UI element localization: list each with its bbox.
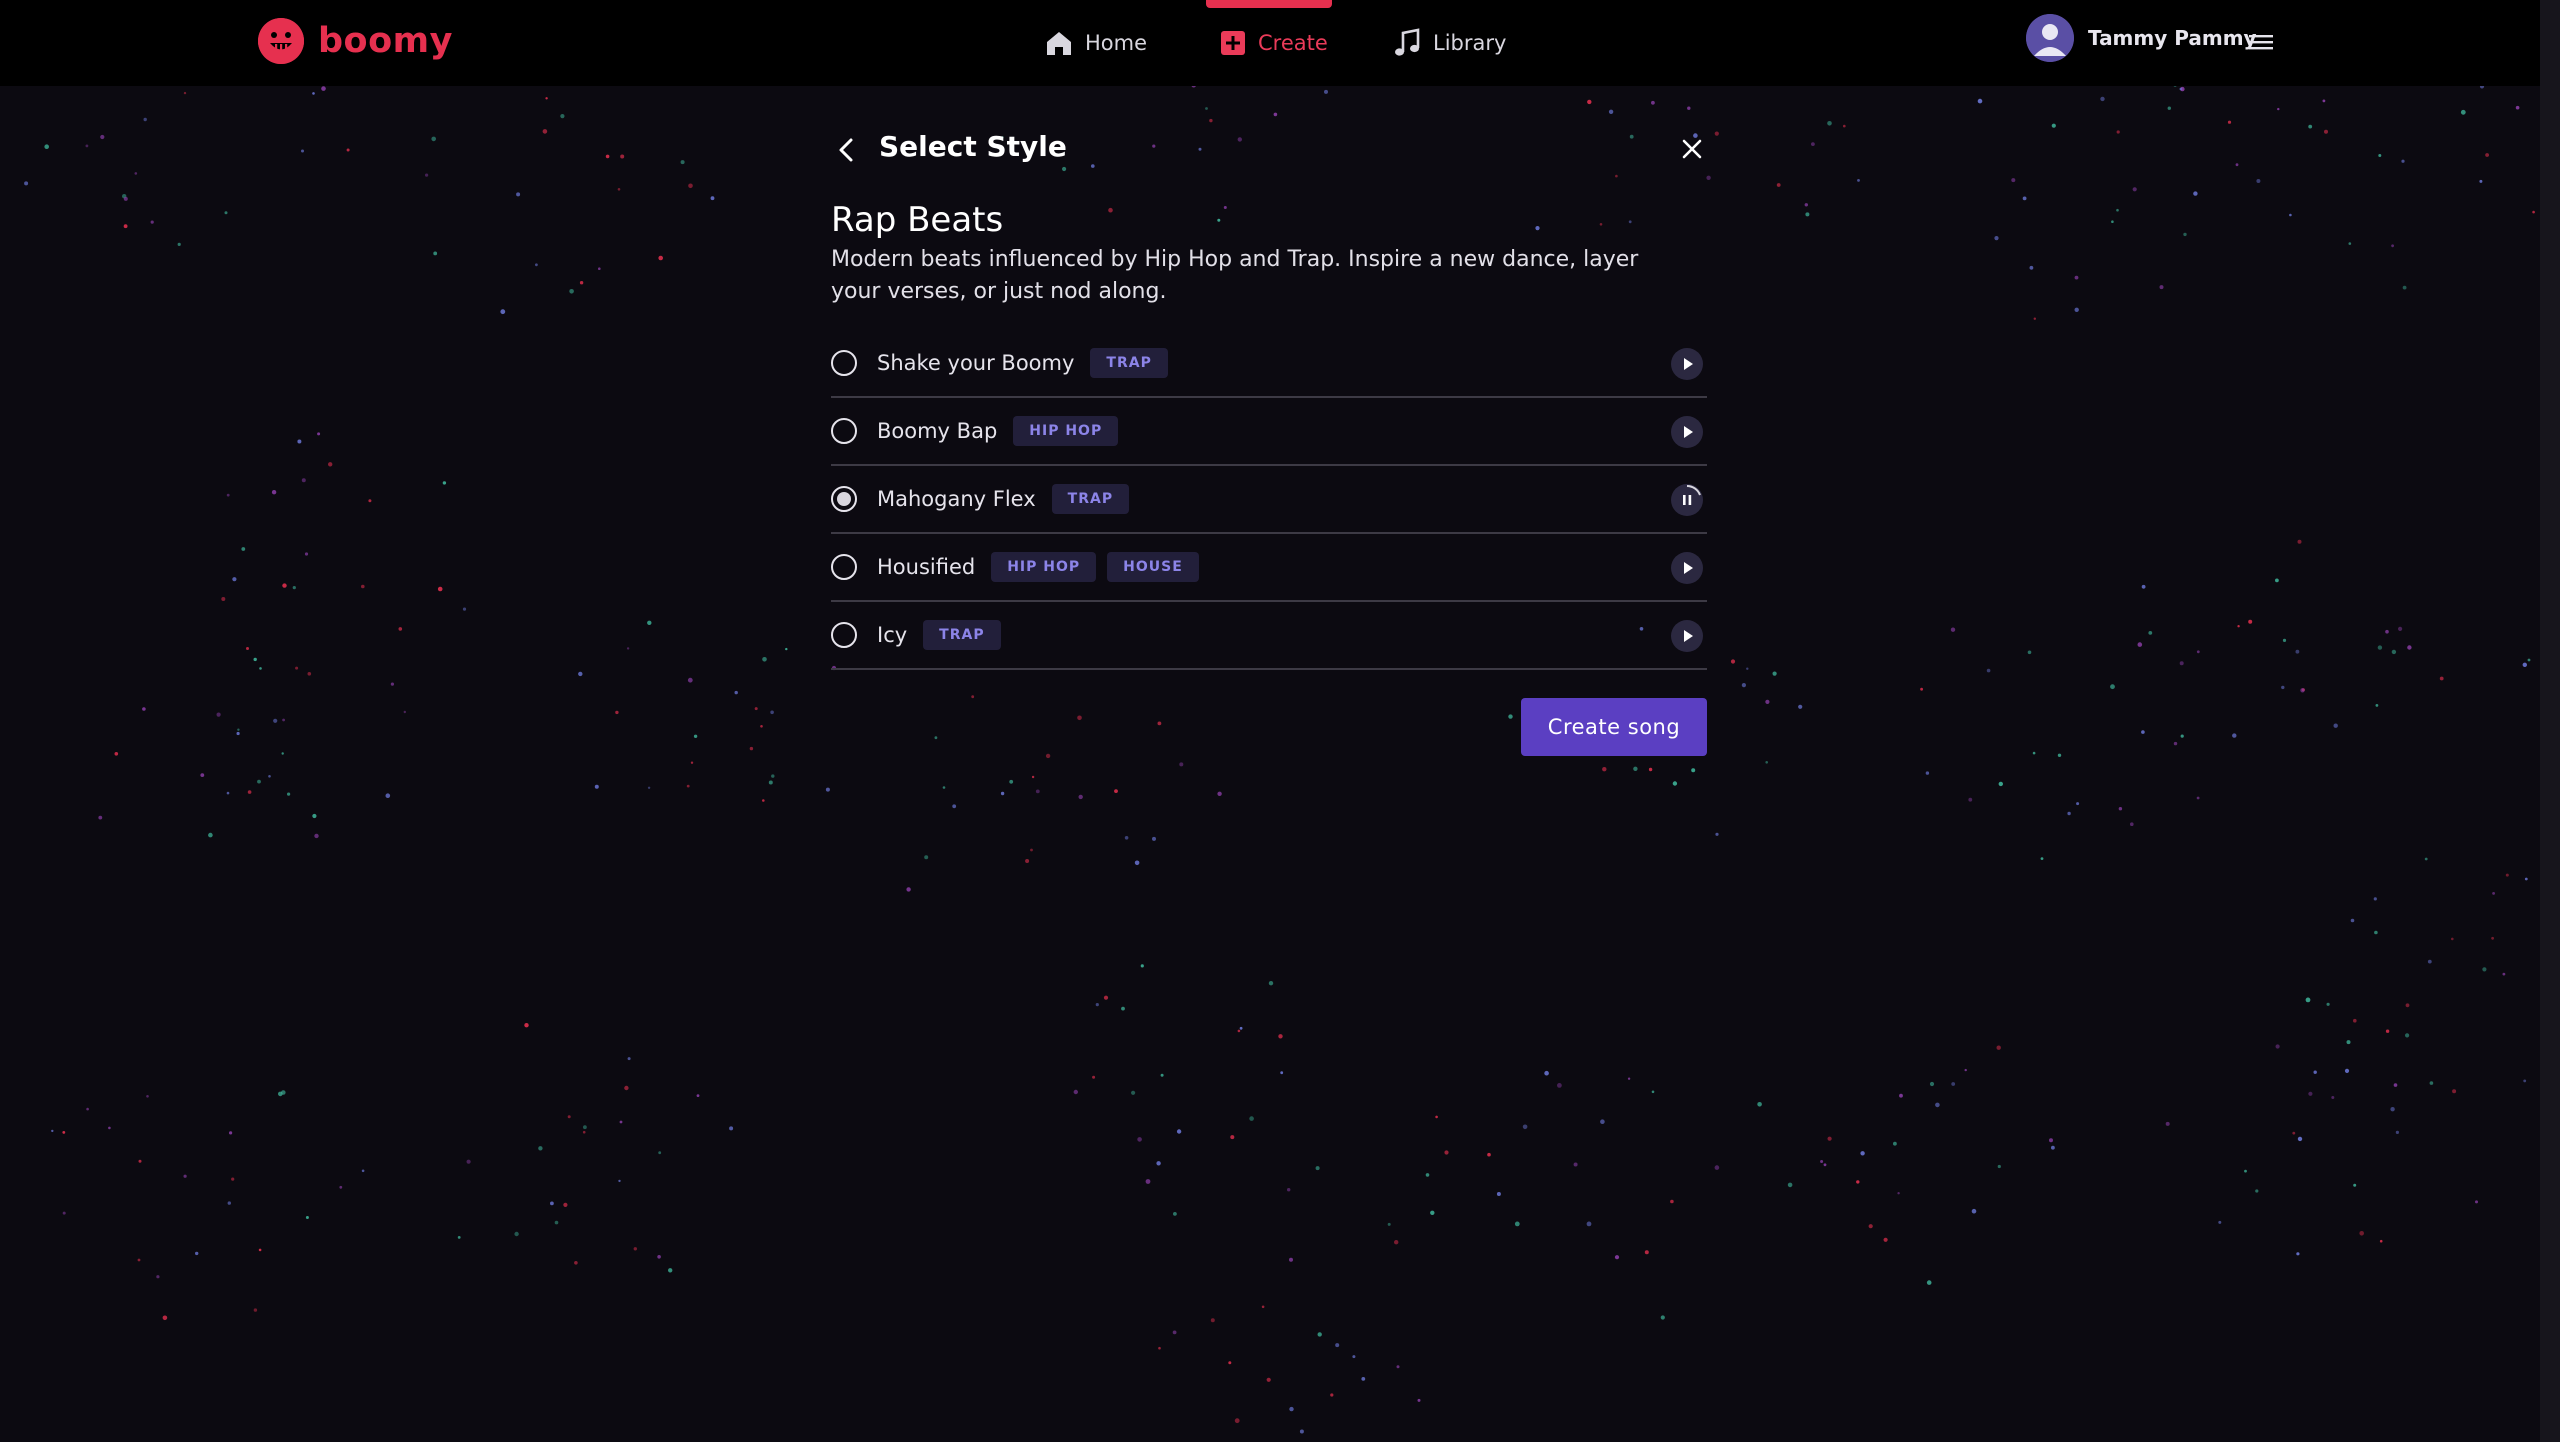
style-name: Rap Beats bbox=[831, 200, 1004, 240]
panel-header: Select Style bbox=[831, 120, 1707, 180]
track-row[interactable]: Boomy Bap HIP HOP bbox=[831, 398, 1707, 466]
chevron-left-icon bbox=[839, 138, 853, 162]
music-note-icon bbox=[1395, 28, 1420, 56]
close-button[interactable] bbox=[1677, 134, 1707, 164]
avatar bbox=[2026, 14, 2074, 62]
track-name: Shake your Boomy bbox=[877, 351, 1075, 375]
nav-library[interactable]: Library bbox=[1393, 0, 1506, 86]
select-style-panel: Select Style Rap Beats Modern beats infl… bbox=[831, 120, 1707, 758]
genre-tag: TRAP bbox=[1090, 348, 1168, 378]
nav-library-label: Library bbox=[1433, 31, 1507, 55]
user-profile[interactable]: Tammy Pammy bbox=[2026, 14, 2257, 62]
track-row[interactable]: Shake your Boomy TRAP bbox=[831, 330, 1707, 398]
app-root: boomy Home Create Library Tammy Pammy Se… bbox=[0, 0, 2560, 1442]
genre-tag: HIP HOP bbox=[991, 552, 1097, 582]
genre-tag: HOUSE bbox=[1107, 552, 1199, 582]
track-name: Housified bbox=[877, 555, 976, 579]
play-icon bbox=[1684, 630, 1693, 642]
track-radio[interactable] bbox=[831, 622, 857, 648]
play-button[interactable] bbox=[1671, 620, 1703, 652]
genre-tag: TRAP bbox=[923, 620, 1001, 650]
track-radio[interactable] bbox=[831, 554, 857, 580]
pause-button[interactable] bbox=[1671, 484, 1703, 516]
play-button[interactable] bbox=[1671, 552, 1703, 584]
logo-wordmark: boomy bbox=[318, 21, 453, 61]
track-radio[interactable] bbox=[831, 350, 857, 376]
nav-home[interactable]: Home bbox=[1045, 0, 1147, 86]
close-icon bbox=[1682, 139, 1702, 159]
hamburger-menu-button[interactable] bbox=[2248, 28, 2274, 56]
page-title: Select Style bbox=[879, 130, 1067, 163]
plus-square-icon bbox=[1221, 31, 1245, 55]
style-description: Modern beats influenced by Hip Hop and T… bbox=[831, 247, 1639, 304]
play-button[interactable] bbox=[1671, 348, 1703, 380]
track-radio[interactable] bbox=[831, 486, 857, 512]
genre-tag: HIP HOP bbox=[1013, 416, 1119, 446]
nav-home-label: Home bbox=[1085, 31, 1148, 55]
track-row[interactable]: Housified HIP HOP HOUSE bbox=[831, 534, 1707, 602]
track-name: Boomy Bap bbox=[877, 419, 998, 443]
track-row[interactable]: Mahogany Flex TRAP bbox=[831, 466, 1707, 534]
panel-actions: Create song bbox=[831, 698, 1707, 758]
track-row[interactable]: Icy TRAP bbox=[831, 602, 1707, 670]
play-icon bbox=[1684, 562, 1693, 574]
back-button[interactable] bbox=[831, 134, 861, 166]
boomy-logo[interactable]: boomy bbox=[258, 18, 453, 64]
top-navigation-bar: boomy Home Create Library Tammy Pammy bbox=[0, 0, 2540, 86]
boomy-logo-icon bbox=[258, 18, 304, 64]
track-name: Icy bbox=[877, 623, 908, 647]
home-icon bbox=[1047, 32, 1071, 55]
track-list: Shake your Boomy TRAP Boomy Bap HIP HOP Maho… bbox=[831, 330, 1707, 670]
nav-create[interactable]: Create bbox=[1220, 0, 1328, 86]
genre-tag: TRAP bbox=[1051, 484, 1130, 514]
hamburger-menu-icon bbox=[2249, 35, 2273, 50]
track-radio[interactable] bbox=[831, 418, 857, 444]
track-name: Mahogany Flex bbox=[877, 487, 1036, 511]
user-name: Tammy Pammy bbox=[2088, 26, 2257, 50]
create-song-button[interactable]: Create song bbox=[1521, 698, 1707, 756]
play-icon bbox=[1684, 426, 1693, 438]
nav-create-label: Create bbox=[1258, 31, 1328, 55]
play-icon bbox=[1684, 358, 1693, 370]
pause-icon bbox=[1683, 485, 1701, 505]
scrollbar[interactable] bbox=[2540, 0, 2560, 1442]
play-button[interactable] bbox=[1671, 416, 1703, 448]
